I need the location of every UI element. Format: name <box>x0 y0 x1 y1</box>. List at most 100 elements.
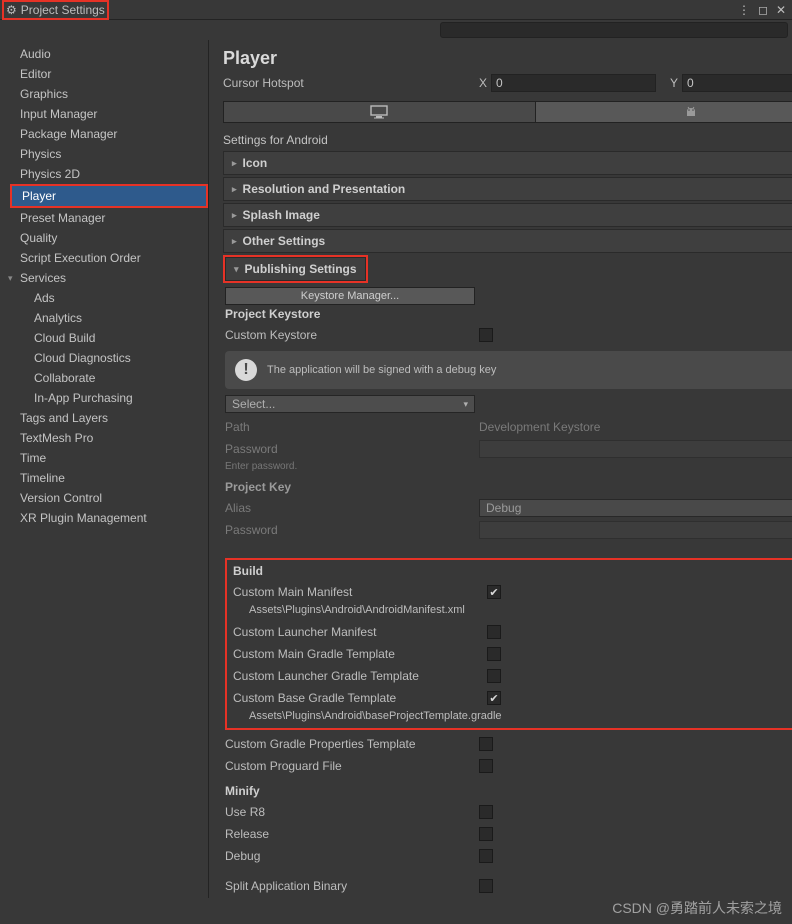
sidebar-item-analytics[interactable]: Analytics <box>0 308 208 328</box>
build-title: Build <box>233 564 792 578</box>
settings-for-label: Settings for Android <box>223 129 792 151</box>
sidebar-item-cloud-diagnostics[interactable]: Cloud Diagnostics <box>0 348 208 368</box>
sidebar-item-physics[interactable]: Physics <box>0 144 208 164</box>
chevron-right-icon: ▸ <box>232 210 237 221</box>
sidebar-item-collaborate[interactable]: Collaborate <box>0 368 208 388</box>
custom-keystore-label: Custom Keystore <box>225 328 479 342</box>
alias-label: Alias <box>225 501 479 515</box>
split-binary-label: Split Application Binary <box>225 879 479 893</box>
sidebar-item-editor[interactable]: Editor <box>0 64 208 84</box>
sidebar-item-package-manager[interactable]: Package Manager <box>0 124 208 144</box>
launcher-manifest-label: Custom Launcher Manifest <box>233 625 487 639</box>
sidebar-item-tmpro[interactable]: TextMesh Pro <box>0 428 208 448</box>
sidebar-item-quality[interactable]: Quality <box>0 228 208 248</box>
foldout-splash[interactable]: ▸Splash Image <box>223 203 792 227</box>
undock-icon[interactable]: ◻ <box>758 3 768 17</box>
project-keystore-title: Project Keystore <box>225 307 792 321</box>
gradle-props-label: Custom Gradle Properties Template <box>225 737 479 751</box>
chevron-right-icon: ▸ <box>232 158 237 169</box>
release-checkbox[interactable] <box>479 827 493 841</box>
keystore-password-label: Password <box>225 442 479 456</box>
sidebar-item-audio[interactable]: Audio <box>0 44 208 64</box>
project-key-title: Project Key <box>225 480 792 494</box>
sidebar-item-services[interactable]: Services <box>0 268 208 288</box>
path-value: Development Keystore <box>479 420 733 434</box>
debug-label: Debug <box>225 849 479 863</box>
sidebar-item-graphics[interactable]: Graphics <box>0 84 208 104</box>
sidebar-item-xr[interactable]: XR Plugin Management <box>0 508 208 528</box>
menu-icon[interactable]: ⋮ <box>738 3 750 17</box>
y-label: Y <box>664 76 678 90</box>
main-manifest-checkbox[interactable]: ✔ <box>487 585 501 599</box>
sidebar-item-physics-2d[interactable]: Physics 2D <box>0 164 208 184</box>
base-gradle-checkbox[interactable]: ✔ <box>487 691 501 705</box>
content-panel: Player ❔ ⇄ ⚙ Select Cursor Hotspot X Y <box>209 40 792 898</box>
use-r8-label: Use R8 <box>225 805 479 819</box>
path-label: Path <box>225 420 479 434</box>
close-icon[interactable]: ✕ <box>776 3 786 17</box>
monitor-icon <box>370 105 388 119</box>
chevron-right-icon: ▸ <box>232 236 237 247</box>
toolbar <box>0 20 792 40</box>
cursor-hotspot-label: Cursor Hotspot <box>223 76 473 90</box>
main-gradle-checkbox[interactable] <box>487 647 501 661</box>
info-icon: ! <box>235 359 257 381</box>
sidebar-item-cloud-build[interactable]: Cloud Build <box>0 328 208 348</box>
watermark: CSDN @勇踏前人未索之境 <box>612 898 782 918</box>
launcher-gradle-label: Custom Launcher Gradle Template <box>233 669 487 683</box>
proguard-checkbox[interactable] <box>479 759 493 773</box>
sidebar-item-time[interactable]: Time <box>0 448 208 468</box>
password-hint: Enter password. <box>225 461 792 472</box>
gradle-props-checkbox[interactable] <box>479 737 493 751</box>
cursor-y-input[interactable] <box>682 74 792 92</box>
base-gradle-path: Assets\Plugins\Android\baseProjectTempla… <box>233 710 792 722</box>
key-password-input <box>479 521 792 539</box>
use-r8-checkbox[interactable] <box>479 805 493 819</box>
split-binary-checkbox[interactable] <box>479 879 493 893</box>
x-label: X <box>473 76 487 90</box>
sidebar-item-version-control[interactable]: Version Control <box>0 488 208 508</box>
sidebar-item-iap[interactable]: In-App Purchasing <box>0 388 208 408</box>
base-gradle-label: Custom Base Gradle Template <box>233 691 487 705</box>
android-icon <box>684 105 698 119</box>
proguard-label: Custom Proguard File <box>225 759 479 773</box>
launcher-gradle-checkbox[interactable] <box>487 669 501 683</box>
keystore-manager-button[interactable]: Keystore Manager... <box>225 287 475 305</box>
foldout-icon[interactable]: ▸Icon <box>223 151 792 175</box>
sidebar-item-preset-manager[interactable]: Preset Manager <box>0 208 208 228</box>
foldout-other[interactable]: ▸Other Settings <box>223 229 792 253</box>
sidebar-item-tags-layers[interactable]: Tags and Layers <box>0 408 208 428</box>
alias-dropdown: Debug <box>479 499 792 517</box>
gear-icon: ⚙ <box>6 3 17 17</box>
cursor-x-input[interactable] <box>491 74 656 92</box>
launcher-manifest-checkbox[interactable] <box>487 625 501 639</box>
keystore-select-dropdown[interactable]: Select... <box>225 395 475 413</box>
window-title: Project Settings <box>21 3 105 17</box>
main-manifest-label: Custom Main Manifest <box>233 585 487 599</box>
debug-checkbox[interactable] <box>479 849 493 863</box>
platform-tabs <box>223 101 792 123</box>
page-title: Player <box>223 48 277 69</box>
chevron-down-icon: ▾ <box>234 264 239 275</box>
main-gradle-label: Custom Main Gradle Template <box>233 647 487 661</box>
debug-key-info: ! The application will be signed with a … <box>225 351 792 389</box>
release-label: Release <box>225 827 479 841</box>
minify-title: Minify <box>225 784 792 798</box>
sidebar-item-timeline[interactable]: Timeline <box>0 468 208 488</box>
sidebar-item-script-execution-order[interactable]: Script Execution Order <box>0 248 208 268</box>
sidebar-item-ads[interactable]: Ads <box>0 288 208 308</box>
titlebar: ⚙ Project Settings ⋮ ◻ ✕ <box>0 0 792 20</box>
key-password-label: Password <box>225 523 479 537</box>
chevron-right-icon: ▸ <box>232 184 237 195</box>
sidebar-item-player[interactable]: Player <box>12 186 206 206</box>
foldout-resolution[interactable]: ▸Resolution and Presentation <box>223 177 792 201</box>
tab-android[interactable] <box>536 102 792 122</box>
foldout-publishing[interactable]: ▾Publishing Settings <box>225 257 366 281</box>
tab-standalone[interactable] <box>224 102 536 122</box>
main-manifest-path: Assets\Plugins\Android\AndroidManifest.x… <box>233 604 792 616</box>
sidebar: Audio Editor Graphics Input Manager Pack… <box>0 40 209 898</box>
sidebar-item-input-manager[interactable]: Input Manager <box>0 104 208 124</box>
keystore-password-input <box>479 440 792 458</box>
custom-keystore-checkbox[interactable] <box>479 328 493 342</box>
search-input[interactable] <box>440 22 788 38</box>
